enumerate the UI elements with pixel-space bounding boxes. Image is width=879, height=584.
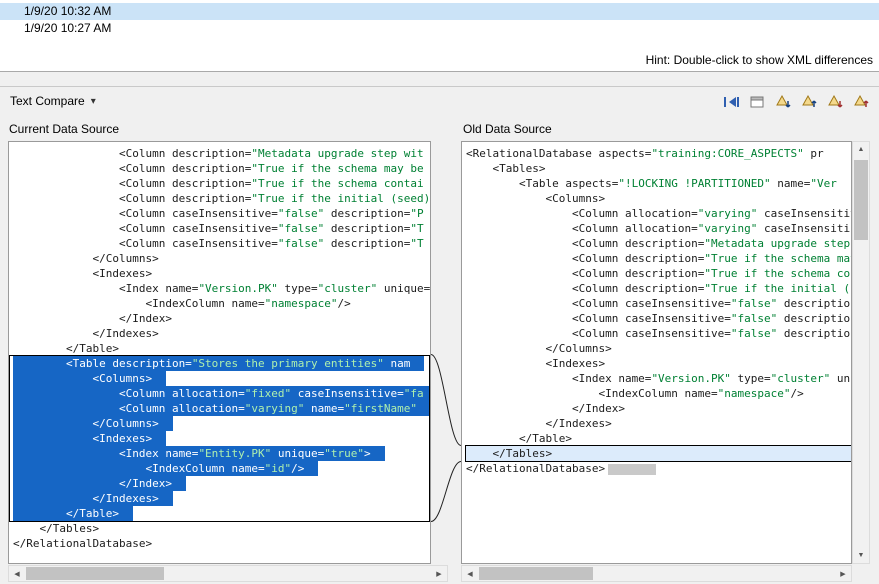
scrollbar-corner	[852, 565, 870, 582]
scroll-right-icon[interactable]: ▶	[431, 566, 447, 581]
code-line[interactable]: <Indexes>	[13, 266, 430, 281]
left-horizontal-scrollbar[interactable]: ◀ ▶	[8, 565, 448, 582]
next-change-icon[interactable]	[825, 93, 845, 111]
left-pane-title: Current Data Source	[9, 122, 119, 136]
code-line[interactable]: <Index name="Version.PK" type="cluster" …	[13, 281, 430, 296]
ancestor-pane-icon[interactable]	[747, 93, 767, 111]
code-line[interactable]: </Index>	[466, 401, 851, 416]
code-line[interactable]: </Indexes>	[13, 326, 430, 341]
code-line[interactable]: <Column caseInsensitive="false" descript…	[466, 296, 851, 311]
code-line[interactable]: <Column description="True if the schema …	[13, 161, 430, 176]
pane-titles: Current Data Source Old Data Source	[0, 118, 879, 141]
scroll-right-icon[interactable]: ▶	[835, 566, 851, 581]
code-line[interactable]: </Tables>	[13, 521, 430, 536]
code-line[interactable]: <Column description="True if the schema …	[13, 176, 430, 191]
scroll-left-icon[interactable]: ◀	[9, 566, 25, 581]
xml-diff-hint: Hint: Double-click to show XML differenc…	[646, 53, 873, 67]
code-line[interactable]: </Indexes>	[13, 491, 173, 506]
diff-gutter	[431, 141, 461, 564]
history-panel: 1/9/20 10:32 AM1/9/20 10:27 AM Hint: Dou…	[0, 0, 879, 72]
code-line[interactable]: <Columns>	[13, 371, 166, 386]
code-line[interactable]: <Column description="True if the initial…	[466, 281, 851, 296]
code-line[interactable]: </Table>	[466, 431, 851, 446]
code-line[interactable]: </Table>	[13, 506, 133, 521]
scroll-left-icon[interactable]: ◀	[462, 566, 478, 581]
next-difference-icon[interactable]	[773, 93, 793, 111]
compare-toolbar: Text Compare ▾	[0, 86, 879, 118]
left-horizontal-scroll-thumb[interactable]	[26, 567, 164, 580]
code-line[interactable]: <Column caseInsensitive="false" descript…	[13, 221, 430, 236]
code-line[interactable]: <RelationalDatabase aspects="training:CO…	[466, 146, 851, 161]
right-code: <RelationalDatabase aspects="training:CO…	[462, 142, 851, 563]
code-line[interactable]: <Table description="Stores the primary e…	[13, 356, 424, 371]
chevron-down-icon: ▾	[91, 96, 96, 107]
code-line[interactable]: <Column allocation="varying" caseInsensi…	[466, 221, 851, 236]
left-editor[interactable]: <Column description="Metadata upgrade st…	[8, 141, 431, 564]
code-line[interactable]: <IndexColumn name="id"/>	[13, 461, 318, 476]
code-line[interactable]: <Index name="Entity.PK" unique="true">	[13, 446, 385, 461]
code-line[interactable]: <Column description="True if the initial…	[13, 191, 430, 206]
code-line[interactable]: <IndexColumn name="namespace"/>	[466, 386, 851, 401]
code-line[interactable]: <Column description="Metadata upgrade st…	[13, 146, 430, 161]
code-line[interactable]: <IndexColumn name="namespace"/>	[13, 296, 430, 311]
code-line[interactable]: <Column allocation="varying" name="first…	[13, 401, 431, 416]
compare-mode-dropdown[interactable]: Text Compare ▾	[10, 94, 96, 108]
vertical-scrollbar[interactable]: ▲ ▼	[852, 141, 870, 564]
code-line[interactable]: </RelationalDatabase>	[13, 536, 430, 551]
code-line[interactable]: <Column caseInsensitive="false" descript…	[13, 236, 430, 251]
code-line[interactable]: </Index>	[13, 311, 430, 326]
code-line[interactable]: </Tables>	[466, 446, 851, 461]
code-line[interactable]: </Indexes>	[466, 416, 851, 431]
compare-window: 1/9/20 10:32 AM1/9/20 10:27 AM Hint: Dou…	[0, 0, 879, 584]
code-line[interactable]: </Columns>	[466, 341, 851, 356]
code-line[interactable]: <Column description="True if the schema …	[466, 266, 851, 281]
code-line[interactable]: <Column caseInsensitive="false" descript…	[13, 206, 430, 221]
code-line[interactable]: <Column allocation="fixed" caseInsensiti…	[13, 386, 431, 401]
scroll-down-icon[interactable]: ▼	[853, 548, 869, 563]
previous-difference-icon[interactable]	[799, 93, 819, 111]
code-line[interactable]: <Column caseInsensitive="false" descript…	[466, 311, 851, 326]
code-line[interactable]: </Table>	[13, 341, 430, 356]
code-line[interactable]: <Column description="True if the schema …	[466, 251, 851, 266]
code-line[interactable]: <Index name="Version.PK" type="cluster" …	[466, 371, 851, 386]
history-rows: 1/9/20 10:32 AM1/9/20 10:27 AM	[0, 0, 879, 37]
right-horizontal-scroll-thumb[interactable]	[479, 567, 593, 580]
code-line[interactable]: </Columns>	[13, 251, 430, 266]
diff-connector-lines	[431, 141, 461, 564]
code-line[interactable]: <Table aspects="!LOCKING !PARTITIONED" n…	[466, 176, 851, 191]
empty-range-marker	[608, 464, 656, 475]
code-line[interactable]: <Indexes>	[13, 431, 166, 446]
code-line[interactable]: </Index>	[13, 476, 186, 491]
code-line[interactable]: </Columns>	[13, 416, 173, 431]
code-line[interactable]: <Columns>	[466, 191, 851, 206]
right-pane-title: Old Data Source	[463, 122, 552, 136]
code-line[interactable]: <Indexes>	[466, 356, 851, 371]
previous-change-icon[interactable]	[851, 93, 871, 111]
code-line[interactable]: <Column allocation="varying" caseInsensi…	[466, 206, 851, 221]
history-row[interactable]: 1/9/20 10:32 AM	[0, 3, 879, 20]
compare-mode-label: Text Compare	[10, 94, 85, 108]
left-code: <Column description="Metadata upgrade st…	[9, 142, 430, 563]
copy-all-right-to-left-icon[interactable]	[721, 93, 741, 111]
code-line[interactable]: <Column caseInsensitive="false" descript…	[466, 326, 851, 341]
vertical-scroll-thumb[interactable]	[854, 160, 868, 240]
code-line[interactable]: <Column description="Metadata upgrade st…	[466, 236, 851, 251]
right-editor[interactable]: <RelationalDatabase aspects="training:CO…	[461, 141, 852, 564]
right-horizontal-scrollbar[interactable]: ◀ ▶	[461, 565, 852, 582]
code-line[interactable]: <Tables>	[466, 161, 851, 176]
scroll-up-icon[interactable]: ▲	[853, 142, 869, 157]
code-line[interactable]: </RelationalDatabase>	[466, 461, 851, 476]
compare-tool-buttons	[721, 93, 871, 111]
history-row[interactable]: 1/9/20 10:27 AM	[0, 20, 879, 37]
